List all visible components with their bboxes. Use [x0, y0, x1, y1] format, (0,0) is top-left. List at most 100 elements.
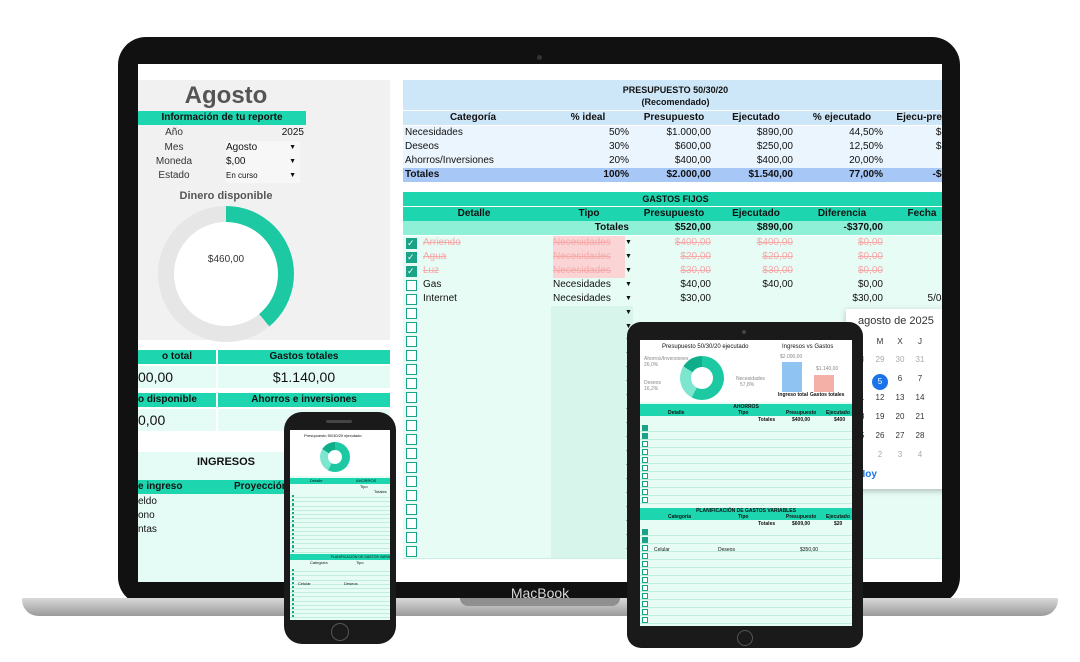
calendar-day[interactable]: 3	[892, 450, 908, 459]
calendar-day[interactable]: 27	[892, 431, 908, 440]
checkbox[interactable]	[292, 569, 295, 572]
type-select[interactable]	[551, 334, 633, 348]
type-select[interactable]	[551, 306, 633, 320]
checkbox[interactable]	[406, 434, 417, 445]
checkbox[interactable]	[642, 457, 648, 463]
checkbox[interactable]	[642, 433, 648, 439]
checkbox[interactable]	[406, 350, 417, 361]
checkbox[interactable]	[642, 449, 648, 455]
phone-row-category[interactable]: Celular	[298, 581, 311, 587]
cell-pres[interactable]: $40,00	[633, 278, 711, 292]
checkbox[interactable]	[292, 577, 295, 580]
type-select[interactable]	[551, 404, 633, 418]
plan-row-type[interactable]: Deseos	[718, 547, 735, 553]
cell-fecha[interactable]	[887, 236, 942, 250]
checkbox[interactable]	[642, 553, 648, 559]
checkbox[interactable]	[292, 615, 295, 618]
cell-diff[interactable]: $0,00	[797, 264, 883, 278]
calendar-day[interactable]: 31	[912, 355, 928, 364]
calendar-day[interactable]: 13	[892, 393, 908, 402]
type-select[interactable]	[551, 530, 633, 544]
checkbox[interactable]	[406, 406, 417, 417]
checkbox[interactable]	[406, 546, 417, 557]
cell-diff[interactable]: $0,00	[797, 278, 883, 292]
checkbox[interactable]	[292, 581, 295, 584]
checkbox[interactable]	[406, 504, 417, 515]
currency-select[interactable]: $,00 ▼	[226, 155, 300, 169]
checkbox[interactable]	[292, 495, 295, 498]
cell-pres[interactable]: $30,00	[633, 292, 711, 306]
field-value[interactable]: 2025	[248, 126, 304, 140]
checkbox[interactable]	[642, 425, 648, 431]
checkbox[interactable]	[642, 593, 648, 599]
checkbox[interactable]	[292, 520, 295, 523]
cell-tipo[interactable]: Necesidades	[553, 278, 625, 292]
cell-ejec[interactable]: $30,00	[715, 264, 793, 278]
checkbox[interactable]	[292, 516, 295, 519]
type-select[interactable]	[551, 460, 633, 474]
checkbox[interactable]	[642, 609, 648, 615]
calendar-day[interactable]: 7	[912, 374, 928, 383]
type-select[interactable]	[551, 320, 633, 334]
checkbox[interactable]	[406, 294, 417, 305]
checkbox[interactable]	[642, 585, 648, 591]
checkbox[interactable]	[406, 462, 417, 473]
checkbox[interactable]	[406, 250, 417, 264]
calendar-day[interactable]: 14	[912, 393, 928, 402]
checkbox[interactable]	[642, 561, 648, 567]
checkbox[interactable]	[642, 489, 648, 495]
type-select[interactable]	[551, 362, 633, 376]
cell-ejec[interactable]: $20,00	[715, 250, 793, 264]
checkbox[interactable]	[292, 606, 295, 609]
checkbox[interactable]	[406, 532, 417, 543]
checkbox[interactable]	[406, 264, 417, 278]
checkbox[interactable]	[292, 528, 295, 531]
cell-ejec[interactable]	[715, 292, 793, 306]
cell-diff[interactable]: $0,00	[797, 236, 883, 250]
checkbox[interactable]	[292, 545, 295, 548]
checkbox[interactable]	[642, 577, 648, 583]
checkbox[interactable]	[406, 420, 417, 431]
cell-pres[interactable]: $30,00	[633, 264, 711, 278]
checkbox[interactable]	[642, 481, 648, 487]
cell-fecha[interactable]	[887, 250, 942, 264]
cell-fecha[interactable]	[887, 264, 942, 278]
cell-detalle[interactable]: Agua	[423, 250, 543, 264]
ingreso-row[interactable]: ono	[138, 510, 218, 521]
status-select[interactable]: En curso ▼	[226, 169, 300, 183]
phone-row-type[interactable]: Deseos	[344, 581, 358, 587]
checkbox[interactable]	[292, 524, 295, 527]
checkbox[interactable]	[406, 336, 417, 347]
calendar-day[interactable]: 19	[872, 412, 888, 421]
checkbox[interactable]	[406, 518, 417, 529]
cell-detalle[interactable]: Internet	[423, 292, 543, 306]
calendar-day[interactable]: 2	[872, 450, 888, 459]
type-select[interactable]	[551, 390, 633, 404]
cell-ejec[interactable]: $40,00	[715, 278, 793, 292]
checkbox[interactable]	[406, 236, 417, 250]
checkbox[interactable]	[642, 465, 648, 471]
checkbox[interactable]	[406, 364, 417, 375]
cell-detalle[interactable]: Luz	[423, 264, 543, 278]
checkbox[interactable]	[292, 590, 295, 593]
checkbox[interactable]	[406, 378, 417, 389]
checkbox[interactable]	[292, 598, 295, 601]
calendar-day[interactable]: 6	[892, 374, 908, 383]
checkbox[interactable]	[406, 476, 417, 487]
checkbox[interactable]	[292, 503, 295, 506]
type-select[interactable]	[551, 474, 633, 488]
checkbox[interactable]	[292, 585, 295, 588]
cell-diff[interactable]: $30,00	[797, 292, 883, 306]
checkbox[interactable]	[292, 594, 295, 597]
type-select[interactable]	[551, 418, 633, 432]
calendar-day[interactable]: 4	[912, 450, 928, 459]
calendar-day[interactable]: 20	[892, 412, 908, 421]
cell-diff[interactable]: $0,00	[797, 250, 883, 264]
type-select[interactable]	[551, 516, 633, 530]
checkbox[interactable]	[406, 490, 417, 501]
checkbox[interactable]	[406, 280, 417, 291]
checkbox[interactable]	[406, 392, 417, 403]
checkbox[interactable]	[642, 473, 648, 479]
checkbox[interactable]	[642, 617, 648, 623]
calendar-day[interactable]: 5	[872, 374, 888, 390]
